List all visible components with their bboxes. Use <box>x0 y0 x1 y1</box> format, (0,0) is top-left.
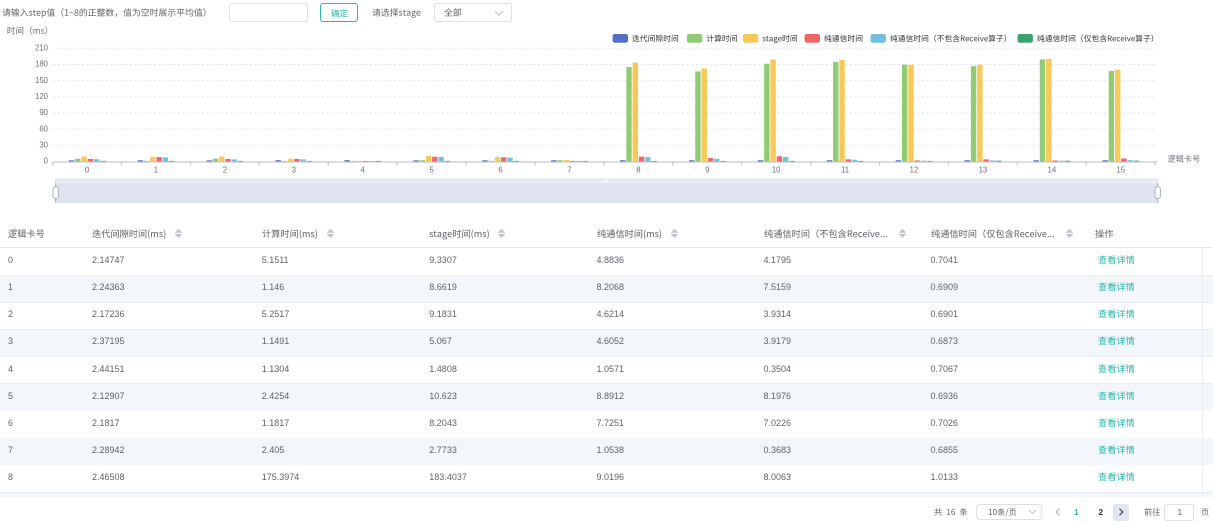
svg-text:13: 13 <box>979 166 988 175</box>
svg-text:60: 60 <box>39 124 48 133</box>
svg-text:7: 7 <box>567 166 571 175</box>
svg-text:6: 6 <box>498 166 502 175</box>
svg-text:11: 11 <box>841 166 849 175</box>
svg-text:30: 30 <box>39 141 48 150</box>
svg-text:0: 0 <box>85 166 90 175</box>
svg-text:14: 14 <box>1047 166 1056 175</box>
svg-text:90: 90 <box>39 108 48 117</box>
svg-text:9: 9 <box>705 166 709 175</box>
svg-text:0: 0 <box>44 157 49 166</box>
svg-text:150: 150 <box>35 76 49 85</box>
svg-text:1: 1 <box>154 166 158 175</box>
svg-text:10: 10 <box>772 166 781 175</box>
svg-text:120: 120 <box>35 92 49 101</box>
svg-text:12: 12 <box>910 166 919 175</box>
svg-text:3: 3 <box>292 166 296 175</box>
svg-text:15: 15 <box>1116 166 1125 175</box>
svg-text:2: 2 <box>223 166 227 175</box>
svg-text:4: 4 <box>361 166 366 175</box>
svg-text:8: 8 <box>636 166 640 175</box>
svg-text:210: 210 <box>35 44 49 53</box>
svg-text:180: 180 <box>35 60 49 69</box>
svg-text:5: 5 <box>429 166 434 175</box>
